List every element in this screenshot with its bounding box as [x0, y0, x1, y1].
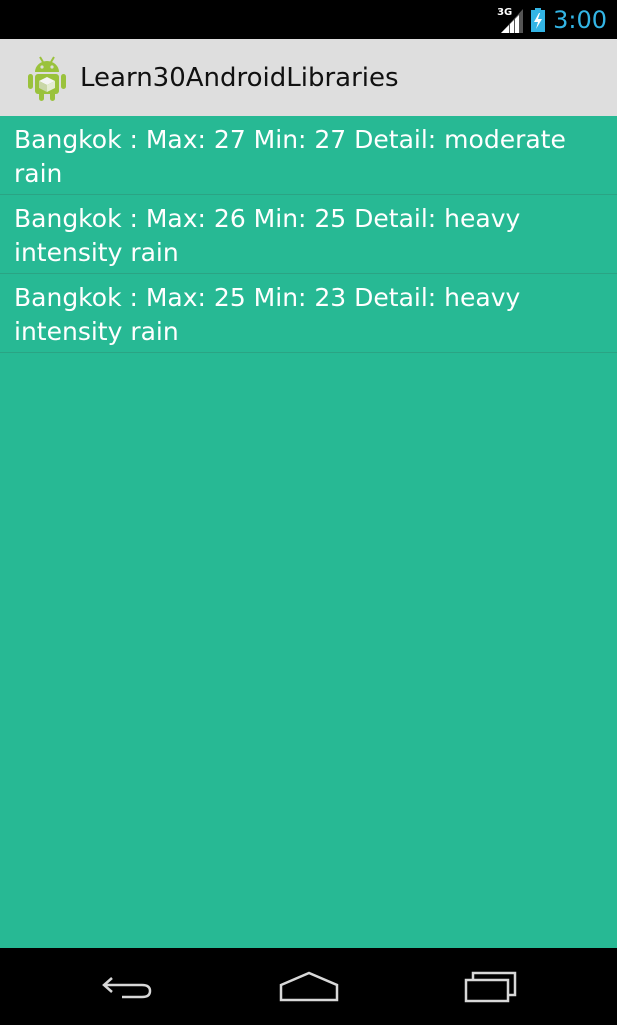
recent-apps-icon: [464, 971, 517, 1003]
status-clock: 3:00: [553, 5, 607, 34]
list-item[interactable]: Bangkok : Max: 25 Min: 23 Detail: heavy …: [0, 274, 617, 353]
network-type-label: 3G: [497, 6, 513, 18]
list-item-text: Bangkok : Max: 25 Min: 23 Detail: heavy …: [14, 283, 521, 346]
status-icons: 3G 3:00: [497, 0, 607, 39]
screen: 3G 3:00 Learn30AndroidLibraries Bangkok …: [0, 0, 617, 1025]
home-icon: [279, 971, 339, 1002]
list-item-text: Bangkok : Max: 26 Min: 25 Detail: heavy …: [14, 204, 521, 267]
list-item[interactable]: Bangkok : Max: 27 Min: 27 Detail: modera…: [0, 116, 617, 195]
home-button[interactable]: [269, 966, 349, 1006]
android-app-icon[interactable]: [24, 53, 70, 103]
navigation-bar: [0, 948, 617, 1025]
status-bar: 3G 3:00: [0, 0, 617, 39]
signal-icon: 3G: [497, 6, 524, 33]
app-title: Learn30AndroidLibraries: [80, 62, 399, 93]
list-item[interactable]: Bangkok : Max: 26 Min: 25 Detail: heavy …: [0, 195, 617, 274]
weather-list: Bangkok : Max: 27 Min: 27 Detail: modera…: [0, 116, 617, 948]
battery-charging-icon: [531, 7, 546, 32]
list-item-text: Bangkok : Max: 27 Min: 27 Detail: modera…: [14, 125, 566, 188]
action-bar: Learn30AndroidLibraries: [0, 39, 617, 116]
recent-apps-button[interactable]: [450, 966, 530, 1006]
back-icon: [102, 977, 152, 999]
back-button[interactable]: [89, 966, 169, 1006]
